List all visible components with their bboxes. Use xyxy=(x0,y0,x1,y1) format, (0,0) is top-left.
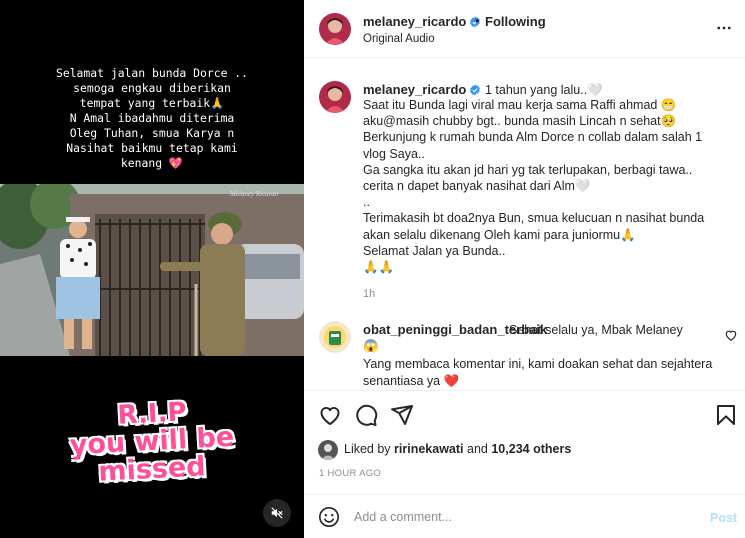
caption-body: Saat itu Bunda lagi viral mau kerja sama… xyxy=(363,98,705,275)
comments-section[interactable]: melaney_ricardo 1 tahun yang lalu..🤍 Saa… xyxy=(304,59,745,389)
comment-bubble-icon[interactable] xyxy=(354,403,378,427)
avatar-image xyxy=(319,13,351,45)
post-timestamp[interactable]: 1 HOUR AGO xyxy=(319,468,381,479)
comment-emoji: 😱 xyxy=(363,339,379,353)
post-header: melaney_ricardo • Following Original Aud… xyxy=(304,0,745,58)
caption-first-line: 1 tahun yang lalu..🤍 xyxy=(485,83,603,97)
video-caption-text: Selamat jalan bunda Dorce .. semoga engk… xyxy=(55,66,249,170)
avatar-image xyxy=(318,440,338,460)
speaker-muted-icon xyxy=(271,507,283,519)
rip-sticker: R.I.P you will be missed xyxy=(0,397,304,488)
reel-video[interactable]: Selamat jalan bunda Dorce .. semoga engk… xyxy=(0,0,304,538)
verified-badge-icon xyxy=(470,84,481,96)
mute-toggle-button[interactable] xyxy=(263,499,291,527)
comment-like-heart-icon[interactable] xyxy=(724,328,738,342)
video-watermark: Melaney Ricardo xyxy=(229,190,279,198)
commenter-avatar[interactable] xyxy=(319,321,351,353)
comment-continuation: Yang membaca komentar ini, kami doakan s… xyxy=(363,357,713,388)
author-username-link[interactable]: melaney_ricardo xyxy=(363,14,481,29)
post-comment-button[interactable]: Post xyxy=(710,511,737,525)
following-button[interactable]: Following xyxy=(485,14,546,29)
audio-link[interactable]: Original Audio xyxy=(363,33,435,45)
comment-input[interactable] xyxy=(354,505,694,529)
post-actions: Liked by ririnekawati and 10,234 others … xyxy=(304,390,745,490)
add-comment-bar: Post xyxy=(304,494,745,538)
likes-count-link[interactable]: 10,234 others xyxy=(491,442,571,456)
caption-username-link[interactable]: melaney_ricardo xyxy=(363,82,481,97)
like-heart-icon[interactable] xyxy=(318,403,342,427)
comment-text: Sehat selalu ya, Mbak Melaney xyxy=(509,323,683,337)
liked-by-and: and xyxy=(467,442,488,456)
more-horizontal-icon[interactable] xyxy=(715,19,733,37)
liker-avatar[interactable] xyxy=(318,440,338,460)
caption-username: melaney_ricardo xyxy=(363,82,467,97)
liked-by-user-link[interactable]: ririnekawati xyxy=(394,442,463,456)
avatar-image xyxy=(319,81,351,113)
caption-age: 1h xyxy=(363,288,376,300)
liked-by-prefix: Liked by xyxy=(344,442,391,456)
save-bookmark-icon[interactable] xyxy=(714,403,738,427)
post-details-panel: melaney_ricardo • Following Original Aud… xyxy=(304,0,745,538)
header-separator: • xyxy=(475,13,480,28)
author-avatar[interactable] xyxy=(319,13,351,45)
caption-author-avatar[interactable] xyxy=(319,81,351,113)
share-send-icon[interactable] xyxy=(390,403,414,427)
video-frame: Melaney Ricardo xyxy=(0,184,304,356)
likes-summary: Liked by ririnekawati and 10,234 others xyxy=(344,442,571,456)
emoji-smiley-icon[interactable] xyxy=(318,506,340,528)
avatar-image xyxy=(319,321,351,353)
author-username: melaney_ricardo xyxy=(363,14,467,29)
